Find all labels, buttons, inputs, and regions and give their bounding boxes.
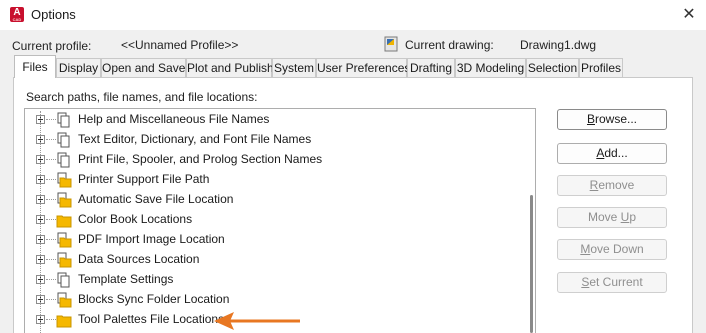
drawing-icon <box>384 36 398 52</box>
set-current-button[interactable]: Set Current <box>557 272 667 293</box>
tree-item-label: Tool Palettes File Locations <box>78 312 225 326</box>
tree-item-label: PDF Import Image Location <box>78 232 225 246</box>
app-icon-sub: CAD <box>12 17 22 22</box>
tree-item-label: Print File, Spooler, and Prolog Section … <box>78 152 323 166</box>
tree-item[interactable]: Data Sources Location <box>25 250 525 270</box>
add-button[interactable]: Add... <box>557 143 667 164</box>
tree-item-label: Template Settings <box>78 272 174 286</box>
tab-selection[interactable]: Selection <box>526 58 579 77</box>
tree-item[interactable]: Template Settings <box>25 270 525 290</box>
current-profile-value: <<Unnamed Profile>> <box>121 38 239 52</box>
tree-item[interactable]: Automatic Save File Location <box>25 190 525 210</box>
move-up-button[interactable]: Move Up <box>557 207 667 228</box>
pages-icon <box>57 152 70 168</box>
file-locations-tree[interactable]: Help and Miscellaneous File Names Text E… <box>24 108 536 333</box>
tab-display[interactable]: Display <box>56 58 101 77</box>
tree-item-label: Help and Miscellaneous File Names <box>78 112 270 126</box>
tree-item-label: Text Editor, Dictionary, and Font File N… <box>78 132 312 146</box>
current-profile-label: Current profile: <box>12 39 92 53</box>
folder-icon <box>56 315 72 328</box>
tree-item-label: Automatic Save File Location <box>78 192 234 206</box>
pages-icon <box>57 132 70 148</box>
tree-item[interactable]: Help and Miscellaneous File Names <box>25 110 525 130</box>
folder-stack-icon <box>57 192 72 208</box>
tree-item-label: Data Sources Location <box>78 252 200 266</box>
folder-stack-icon <box>57 252 72 268</box>
title-bar <box>0 0 706 30</box>
tree-item[interactable]: Blocks Sync Folder Location <box>25 290 525 310</box>
current-drawing-label: Current drawing: <box>405 38 494 52</box>
remove-button[interactable]: Remove <box>557 175 667 196</box>
tab-user-preferences[interactable]: User Preferences <box>316 58 410 77</box>
close-icon[interactable]: ✕ <box>674 2 704 28</box>
tab-profiles[interactable]: Profiles <box>579 58 623 77</box>
tree-item[interactable]: Color Book Locations <box>25 210 525 230</box>
tree-item-label: Blocks Sync Folder Location <box>78 292 230 306</box>
files-panel-heading: Search paths, file names, and file locat… <box>26 90 258 104</box>
tree-item-label: Color Book Locations <box>78 212 193 226</box>
browse-button[interactable]: Browse... <box>557 109 667 130</box>
current-drawing-value: Drawing1.dwg <box>520 38 597 52</box>
folder-stack-icon <box>57 292 72 308</box>
window-title: Options <box>31 7 76 22</box>
tab-files[interactable]: Files <box>14 55 56 78</box>
tab-plot-and-publish[interactable]: Plot and Publish <box>186 58 274 77</box>
tree-item[interactable]: Printer Support File Path <box>25 170 525 190</box>
tree-item[interactable]: PDF Import Image Location <box>25 230 525 250</box>
tree-item[interactable]: Text Editor, Dictionary, and Font File N… <box>25 130 525 150</box>
tree-item-label: Printer Support File Path <box>78 172 210 186</box>
tab-drafting[interactable]: Drafting <box>407 58 455 77</box>
tree-scrollbar-thumb[interactable] <box>530 195 533 333</box>
tree-connector-line <box>40 111 41 333</box>
folder-stack-icon <box>57 232 72 248</box>
autocad-app-icon: A CAD <box>10 7 24 22</box>
pages-icon <box>57 112 70 128</box>
pages-icon <box>57 272 70 288</box>
tab-open-and-save[interactable]: Open and Save <box>101 58 186 77</box>
move-down-button[interactable]: Move Down <box>557 239 667 260</box>
tree-item[interactable]: Print File, Spooler, and Prolog Section … <box>25 150 525 170</box>
folder-icon <box>56 215 72 228</box>
folder-stack-icon <box>57 172 72 188</box>
callout-arrow-icon <box>214 312 300 330</box>
tab-system[interactable]: System <box>272 58 316 77</box>
tab-3d-modeling[interactable]: 3D Modeling <box>455 58 526 77</box>
